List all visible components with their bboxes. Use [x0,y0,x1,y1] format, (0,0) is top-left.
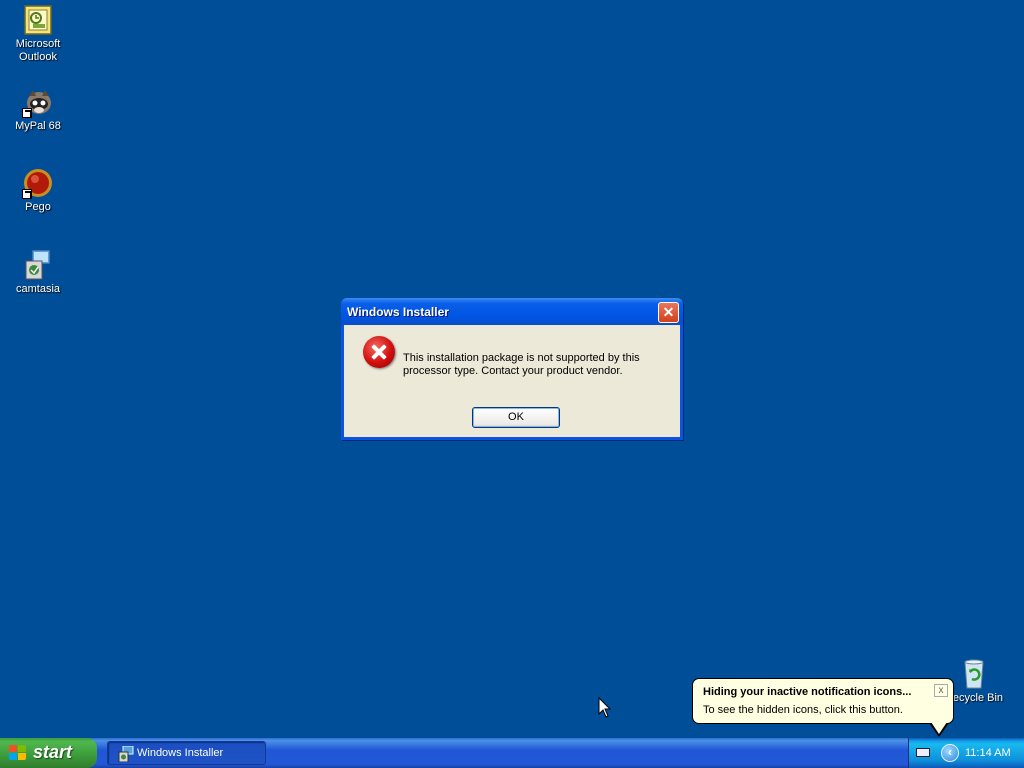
balloon-close-button[interactable]: x [934,684,948,697]
notification-balloon[interactable]: Hiding your inactive notification icons.… [692,678,954,724]
chevron-left-icon: ‹ [948,745,952,759]
show-hidden-icons-button[interactable]: ‹ [941,744,959,762]
desktop-icon-mypal[interactable]: MyPal 68 [0,86,76,133]
dialog-message-line: processor type. Contact your product ven… [403,365,623,377]
clock[interactable]: 11:14 AM [965,747,1011,759]
outlook-icon [22,4,54,36]
balloon-tail-fill [931,722,947,734]
windows-logo-icon [9,745,27,761]
balloon-title: Hiding your inactive notification icons.… [703,686,912,698]
desktop-icon-pego[interactable]: Pego [0,167,76,214]
desktop-icon-label: Outlook [19,51,57,63]
dialog-body: This installation package is not support… [344,325,680,437]
system-tray: ‹ 11:14 AM [908,738,1024,768]
ok-button[interactable]: OK [472,407,560,428]
keyboard-icon[interactable] [916,748,930,757]
dialog-message: This installation package is not support… [403,352,653,378]
close-icon: ✕ [662,304,675,320]
start-button[interactable]: start [0,738,97,768]
taskbar-button-windows-installer[interactable]: Windows Installer [107,741,266,765]
taskbar: start Windows Installer ‹ 11:14 AM [0,738,1024,768]
desktop-icon-label: Microsoft [15,38,61,50]
dialog-message-line: This installation package is not support… [403,352,640,364]
installer-icon [118,745,134,763]
mouse-cursor-icon [598,696,612,719]
camtasia-icon [22,249,54,281]
shortcut-arrow-icon [22,189,32,199]
shortcut-arrow-icon [22,108,32,118]
recycle-bin-icon [958,658,990,690]
pego-icon [22,167,54,199]
dialog-close-button[interactable]: ✕ [658,302,679,323]
balloon-text: To see the hidden icons, click this butt… [703,704,903,716]
mypal-icon [22,86,54,118]
taskbar-button-label: Windows Installer [137,747,224,759]
start-label: start [33,742,73,762]
desktop-icon-outlook[interactable]: Microsoft Outlook [0,4,76,64]
dialog-title: Windows Installer [347,305,449,319]
desktop-icon-label: Pego [25,201,51,213]
error-icon [363,336,395,368]
desktop-icon-label: camtasia [15,283,61,295]
installer-dialog: Windows Installer ✕ This installation pa… [341,298,683,440]
dialog-titlebar[interactable]: Windows Installer ✕ [341,298,683,325]
desktop-icon-camtasia[interactable]: camtasia [0,249,76,296]
desktop-icon-label: MyPal 68 [15,120,61,132]
